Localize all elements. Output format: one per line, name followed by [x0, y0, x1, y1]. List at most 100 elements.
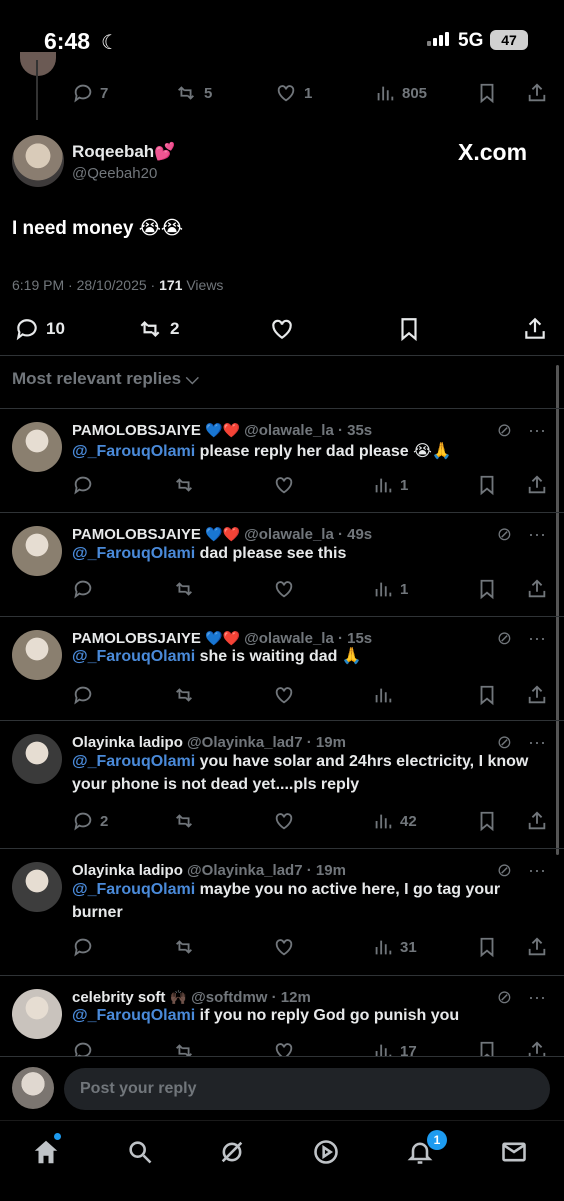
- unread-dot: [54, 1133, 61, 1140]
- heart-icon: [275, 813, 293, 830]
- tweet-meta: 6:19 PM · 28/10/2025 · 171 Views: [12, 277, 224, 293]
- divider: [0, 720, 564, 721]
- reply-text: @_FarouqOlami you have solar and 24hrs e…: [72, 753, 529, 793]
- repost-button[interactable]: [172, 474, 196, 496]
- mention-link[interactable]: @_FarouqOlami: [72, 753, 195, 770]
- mention-link[interactable]: @_FarouqOlami: [72, 545, 195, 562]
- reply-button[interactable]: 7: [72, 82, 108, 104]
- bookmark-button[interactable]: [476, 82, 498, 104]
- reply-menu[interactable]: ⊘ ···: [497, 420, 546, 441]
- avatar[interactable]: [12, 526, 62, 576]
- mention-link[interactable]: @_FarouqOlami: [72, 443, 195, 460]
- share-icon: [528, 937, 546, 956]
- reply-icon: [74, 580, 92, 599]
- bookmark-button[interactable]: [476, 474, 498, 496]
- repost-button[interactable]: 5: [174, 82, 212, 104]
- scrollbar[interactable]: [556, 365, 559, 855]
- views-icon: [375, 940, 392, 955]
- grok-icon[interactable]: ⊘: [497, 420, 512, 441]
- bookmark-button[interactable]: [476, 578, 498, 600]
- mention-link[interactable]: @_FarouqOlami: [72, 881, 195, 898]
- repost-count: 5: [204, 84, 213, 102]
- bookmark-button[interactable]: [476, 810, 498, 832]
- like-button[interactable]: [272, 936, 296, 958]
- reply-header: PAMOLOBSJAIYE 💙❤️ @olawale_la · 49s: [72, 526, 372, 543]
- reply-author-name[interactable]: PAMOLOBSJAIYE: [72, 526, 201, 543]
- tab-grok[interactable]: [214, 1134, 250, 1170]
- views-button[interactable]: 805: [374, 82, 427, 104]
- share-button[interactable]: [526, 936, 548, 958]
- repost-button[interactable]: [172, 684, 196, 706]
- like-button[interactable]: [272, 474, 296, 496]
- views-button[interactable]: 42: [372, 810, 417, 832]
- views-button[interactable]: 1: [372, 578, 408, 600]
- reply-author-name[interactable]: Olayinka ladipo: [72, 862, 183, 879]
- repost-button[interactable]: [172, 810, 196, 832]
- mention-link[interactable]: @_FarouqOlami: [72, 648, 195, 665]
- tweet-text: I need money 😭😭: [12, 218, 184, 239]
- share-button[interactable]: [526, 82, 548, 104]
- share-button[interactable]: [522, 316, 548, 342]
- author-handle[interactable]: @Qeebah20: [72, 165, 157, 182]
- reply-button[interactable]: [72, 684, 100, 706]
- reply-button[interactable]: [72, 936, 100, 958]
- like-button[interactable]: [272, 578, 296, 600]
- grok-icon: [221, 1141, 243, 1163]
- like-button[interactable]: [268, 316, 296, 342]
- repost-button[interactable]: [172, 936, 196, 958]
- reply-author-name[interactable]: PAMOLOBSJAIYE: [72, 422, 201, 439]
- reply-input[interactable]: Post your reply: [64, 1068, 550, 1110]
- reply-button[interactable]: [72, 474, 100, 496]
- share-button[interactable]: [526, 810, 548, 832]
- like-button[interactable]: [272, 810, 296, 832]
- share-button[interactable]: [526, 474, 548, 496]
- reply-icon: [74, 938, 92, 957]
- views-button[interactable]: [372, 684, 400, 706]
- replies-sort[interactable]: Most relevant replies ⌵: [12, 369, 199, 389]
- tab-search[interactable]: [122, 1134, 158, 1170]
- avatar[interactable]: [12, 734, 62, 784]
- repost-button[interactable]: 2: [136, 316, 179, 342]
- views-count: 1: [400, 580, 409, 598]
- avatar[interactable]: [12, 1067, 54, 1109]
- views-button[interactable]: 31: [372, 936, 417, 958]
- avatar[interactable]: [20, 52, 56, 76]
- reply-author-handle[interactable]: @olawale_la · 49s: [244, 526, 372, 543]
- avatar[interactable]: [12, 135, 64, 187]
- views-button[interactable]: 1: [372, 474, 408, 496]
- bookmark-button[interactable]: [396, 316, 422, 342]
- avatar[interactable]: [12, 862, 62, 912]
- heart-icon: [275, 477, 293, 494]
- reply-badge: 💙❤️: [205, 422, 240, 438]
- repost-button[interactable]: [172, 578, 196, 600]
- reply-author-handle[interactable]: @Olayinka_lad7 · 19m: [187, 734, 346, 751]
- avatar[interactable]: [12, 422, 62, 472]
- share-icon: [528, 811, 546, 830]
- play-icon: [314, 1140, 338, 1164]
- reply-button[interactable]: 2: [72, 810, 108, 832]
- reply-author-name[interactable]: Olayinka ladipo: [72, 734, 183, 751]
- reply-icon: [74, 476, 92, 495]
- views-count: 31: [400, 938, 417, 956]
- like-button[interactable]: [272, 684, 296, 706]
- reply-author-handle[interactable]: @olawale_la · 35s: [244, 422, 372, 439]
- reply-button[interactable]: 10: [14, 316, 65, 342]
- bookmark-icon: [480, 475, 494, 496]
- avatar[interactable]: [12, 630, 62, 680]
- reply-author-handle[interactable]: @Olayinka_lad7 · 19m: [187, 862, 346, 879]
- avatar[interactable]: [12, 989, 62, 1039]
- reply-badge: 💙❤️: [205, 526, 240, 542]
- reply-text: @_FarouqOlami she is waiting dad 🙏: [72, 648, 362, 665]
- author-name[interactable]: Roqeebah💕: [72, 142, 175, 162]
- share-button[interactable]: [526, 684, 548, 706]
- bookmark-button[interactable]: [476, 684, 498, 706]
- heart-icon: [275, 581, 293, 598]
- mention-link[interactable]: @_FarouqOlami: [72, 1007, 195, 1024]
- tab-video[interactable]: [308, 1134, 344, 1170]
- bookmark-button[interactable]: [476, 936, 498, 958]
- tab-messages[interactable]: [496, 1134, 532, 1170]
- share-button[interactable]: [526, 578, 548, 600]
- like-button[interactable]: 1: [274, 82, 312, 104]
- more-icon[interactable]: ···: [528, 420, 546, 441]
- reply-button[interactable]: [72, 578, 100, 600]
